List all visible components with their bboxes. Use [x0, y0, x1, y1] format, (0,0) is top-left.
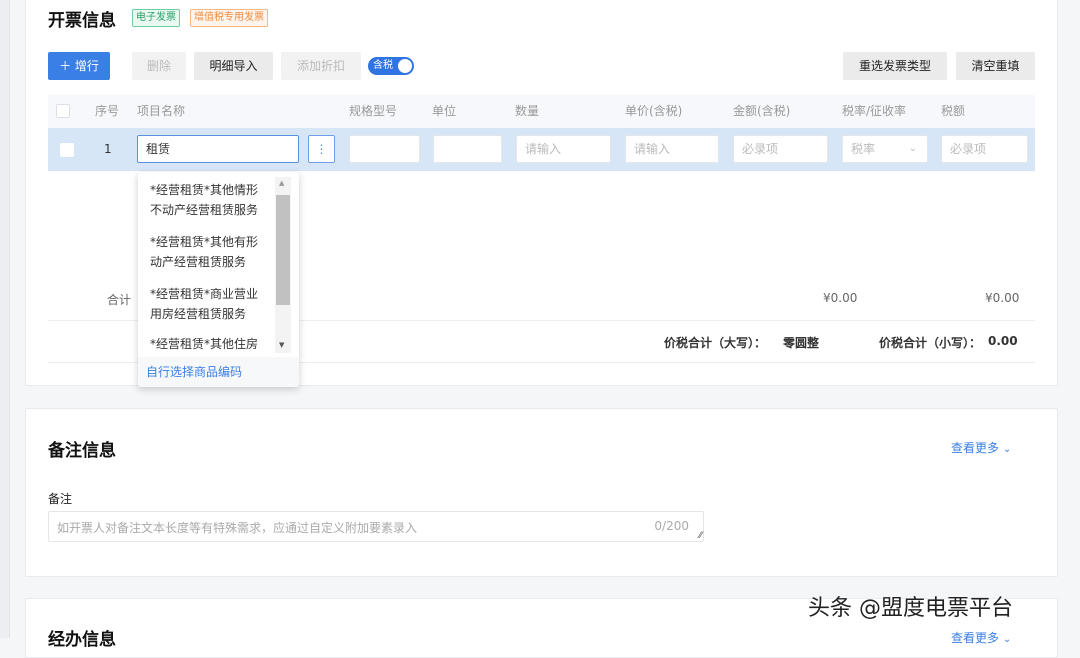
amount-input[interactable]: 必录项 [733, 135, 828, 163]
total-lower-value: 0.00 [988, 334, 1018, 348]
more-options-icon[interactable]: ⋮ [308, 135, 335, 163]
unit-price-input[interactable]: 请输入 [625, 135, 719, 163]
section-title: 开票信息 [48, 6, 116, 31]
reselect-invoice-type-button[interactable]: 重选发票类型 [843, 52, 947, 80]
option-line: *经营租赁*商业营业 [150, 284, 270, 304]
chevron-down-icon: ⌄ [1003, 444, 1011, 455]
remarks-label: 备注 [48, 490, 72, 507]
row-checkbox[interactable] [60, 143, 74, 157]
add-row-label: 增行 [75, 59, 99, 73]
delete-button[interactable]: 删除 [132, 52, 186, 80]
remarks-placeholder: 如开票人对备注文本长度等有特殊需求，应通过自定义附加要素录入 [57, 519, 417, 536]
toggle-knob [398, 59, 412, 73]
plus-icon: ＋ [59, 59, 75, 73]
quantity-input[interactable]: 请输入 [516, 135, 611, 163]
remarks-textarea[interactable]: 如开票人对备注文本长度等有特殊需求，应通过自定义附加要素录入 0/200 ⁄⁄ [48, 511, 704, 542]
tag-vat-special: 增值税专用发票 [190, 9, 268, 27]
col-unit: 单位 [432, 95, 456, 128]
chevron-down-icon: ⌄ [909, 136, 917, 162]
tax-input[interactable]: 必录项 [941, 135, 1028, 163]
view-more-label: 查看更多 [951, 441, 999, 455]
col-index: 序号 [95, 95, 119, 128]
section-title: 备注信息 [48, 436, 116, 461]
col-quantity: 数量 [515, 95, 539, 128]
view-more-label: 查看更多 [951, 631, 999, 645]
custom-code-link[interactable]: 自行选择商品编码 [146, 363, 242, 380]
total-label: 合计 [107, 291, 131, 308]
watermark: 头条 @盟度电票平台 [808, 590, 1013, 622]
option-line: *经营租赁*其他住房 [150, 334, 270, 354]
tax-rate-select[interactable]: 税率 ⌄ [842, 135, 928, 163]
suggestion-option[interactable]: *经营租赁*其他有形动产经营租赁服务 [150, 232, 270, 272]
chevron-down-icon: ⌄ [1003, 634, 1011, 645]
option-line: *经营租赁*其他有形 [150, 232, 270, 252]
option-line: 动产经营租赁服务 [150, 252, 270, 272]
tax-included-toggle[interactable]: 含税 [368, 57, 414, 75]
suggestion-option[interactable]: *经营租赁*其他情形不动产经营租赁服务 [150, 180, 270, 220]
view-more-link[interactable]: 查看更多 ⌄ [951, 439, 1011, 456]
col-item-name: 项目名称 [137, 95, 185, 128]
add-row-button[interactable]: ＋ 增行 [48, 52, 110, 80]
scrollbar-thumb[interactable] [276, 195, 290, 305]
toggle-label: 含税 [373, 60, 393, 71]
resize-handle-icon[interactable]: ⁄⁄ [699, 531, 702, 541]
item-name-input[interactable]: 租赁 [137, 135, 299, 163]
table-header: 序号 项目名称 规格型号 单位 数量 单价(含税) 金额(含税) 税率/征收率 … [48, 95, 1035, 128]
tax-rate-placeholder: 税率 [851, 142, 875, 156]
tag-electronic: 电子发票 [132, 9, 180, 27]
option-line: 不动产经营租赁服务 [150, 200, 270, 220]
table-row: 1 租赁 ⋮ 请输入 请输入 必录项 税率 ⌄ 必录项 [48, 128, 1035, 171]
total-upper-value: 零圆整 [783, 334, 819, 351]
option-line: *经营租赁*其他情形 [150, 180, 270, 200]
col-tax-rate: 税率/征收率 [842, 95, 906, 128]
total-tax: ¥0.00 [985, 291, 1019, 305]
option-line: 用房经营租赁服务 [150, 304, 270, 324]
item-suggestion-dropdown: *经营租赁*其他情形不动产经营租赁服务 *经营租赁*其他有形动产经营租赁服务 *… [138, 172, 299, 387]
col-spec: 规格型号 [349, 95, 397, 128]
col-tax: 税额 [941, 95, 965, 128]
total-lower-label: 价税合计（小写）： [879, 334, 981, 351]
suggestion-option[interactable]: *经营租赁*商业营业用房经营租赁服务 [150, 284, 270, 324]
row-index: 1 [104, 142, 112, 156]
clear-refill-button[interactable]: 清空重填 [956, 52, 1035, 80]
total-upper-label: 价税合计（大写）： [664, 334, 766, 351]
scroll-down-icon[interactable]: ▼ [279, 341, 284, 349]
char-counter: 0/200 [654, 519, 689, 533]
select-all-checkbox[interactable] [56, 104, 70, 118]
remarks-card: 备注信息 查看更多 ⌄ 备注 如开票人对备注文本长度等有特殊需求，应通过自定义附… [25, 408, 1058, 577]
col-unit-price: 单价(含税) [625, 95, 682, 128]
add-discount-button[interactable]: 添加折扣 [281, 52, 361, 80]
import-detail-button[interactable]: 明细导入 [194, 52, 273, 80]
left-sidebar-edge [0, 0, 10, 638]
suggestion-option[interactable]: *经营租赁*其他住房 [150, 334, 270, 354]
unit-input[interactable] [433, 135, 502, 163]
col-amount: 金额(含税) [733, 95, 790, 128]
scrollbar[interactable]: ▲ ▼ [275, 177, 291, 353]
total-amount: ¥0.00 [823, 291, 857, 305]
spec-input[interactable] [349, 135, 420, 163]
scroll-up-icon[interactable]: ▲ [279, 179, 284, 187]
